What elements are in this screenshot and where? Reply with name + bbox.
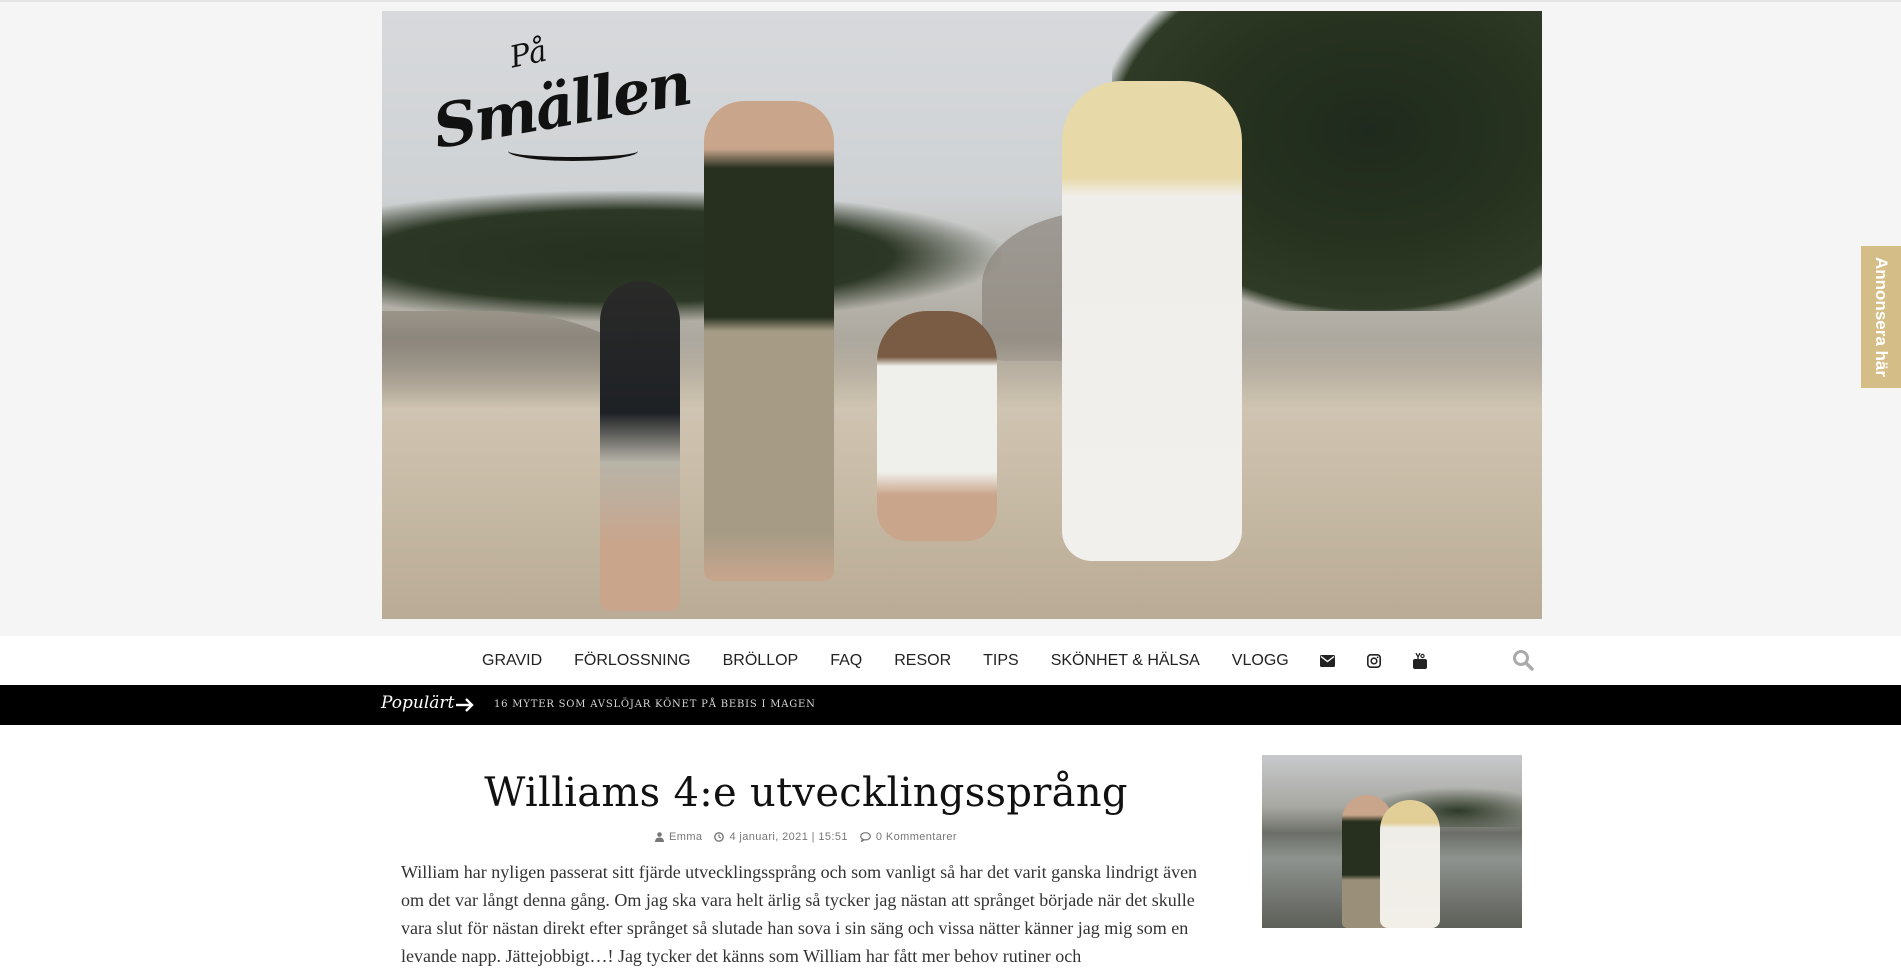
arrow-right-icon (455, 696, 475, 714)
nav-items: Gravid Förlossning Bröllop FAQ Resor Tip… (466, 636, 1443, 685)
banner-person-boy (600, 281, 680, 611)
post-comments-link[interactable]: 0 Kommentarer (860, 831, 957, 843)
nav-item-brollop[interactable]: Bröllop (723, 652, 799, 670)
header-banner-image[interactable]: På Smällen (382, 11, 1542, 619)
search-icon[interactable] (1512, 649, 1536, 673)
post-date: 4 januari, 2021 | 15:51 (714, 831, 848, 843)
clock-icon (714, 832, 725, 842)
main-content: Williams 4:e utvecklingssprång Emma 4 ja… (0, 725, 1901, 971)
banner-person-man (704, 101, 834, 581)
nav-item-gravid[interactable]: Gravid (482, 652, 542, 670)
nav-item-vlogg[interactable]: Vlogg (1232, 652, 1289, 670)
youtube-icon[interactable] (1412, 652, 1428, 669)
banner-person-woman (1062, 81, 1242, 561)
nav-item-skonhet-halsa[interactable]: Skönhet & hälsa (1051, 652, 1200, 670)
nav-item-resor[interactable]: Resor (894, 652, 951, 670)
sidebar-photo[interactable] (1262, 755, 1522, 928)
advertise-tab-label: Annonsera här (1872, 257, 1891, 377)
sidebar-photo-woman (1380, 800, 1440, 928)
user-icon (655, 832, 665, 842)
banner-trees-left (382, 191, 1002, 321)
post-excerpt: William har nyligen passerat sitt fjärde… (401, 862, 1198, 966)
popular-post-link[interactable]: 16 myter som avslöjar könet på bebis i m… (494, 699, 816, 710)
popular-bar: Populärt 16 myter som avslöjar könet på … (0, 685, 1901, 725)
advertise-tab[interactable]: Annonsera här (1861, 246, 1901, 388)
post-comments-text: 0 Kommentarer (875, 831, 957, 843)
site-logo[interactable]: På Smällen (418, 31, 695, 171)
nav-item-forlossning[interactable]: Förlossning (574, 652, 690, 670)
nav-item-faq[interactable]: FAQ (830, 652, 862, 670)
post-author[interactable]: Emma (655, 831, 702, 843)
instagram-icon[interactable] (1366, 653, 1382, 669)
post-meta: Emma 4 januari, 2021 | 15:51 0 Kommentar… (401, 831, 1211, 843)
post-author-name: Emma (669, 831, 703, 843)
top-strip (0, 0, 1901, 2)
nav-item-tips[interactable]: Tips (983, 652, 1019, 670)
main-nav: Gravid Förlossning Bröllop FAQ Resor Tip… (0, 636, 1901, 685)
comment-icon (860, 832, 871, 842)
envelope-icon[interactable] (1320, 653, 1336, 669)
logo-small-text: På (506, 33, 550, 76)
post-date-text: 4 januari, 2021 | 15:51 (729, 831, 848, 843)
logo-swash (508, 141, 638, 161)
banner-person-girl (877, 311, 997, 541)
popular-label: Populärt (381, 693, 455, 713)
post-title[interactable]: Williams 4:e utvecklingssprång (401, 770, 1211, 816)
